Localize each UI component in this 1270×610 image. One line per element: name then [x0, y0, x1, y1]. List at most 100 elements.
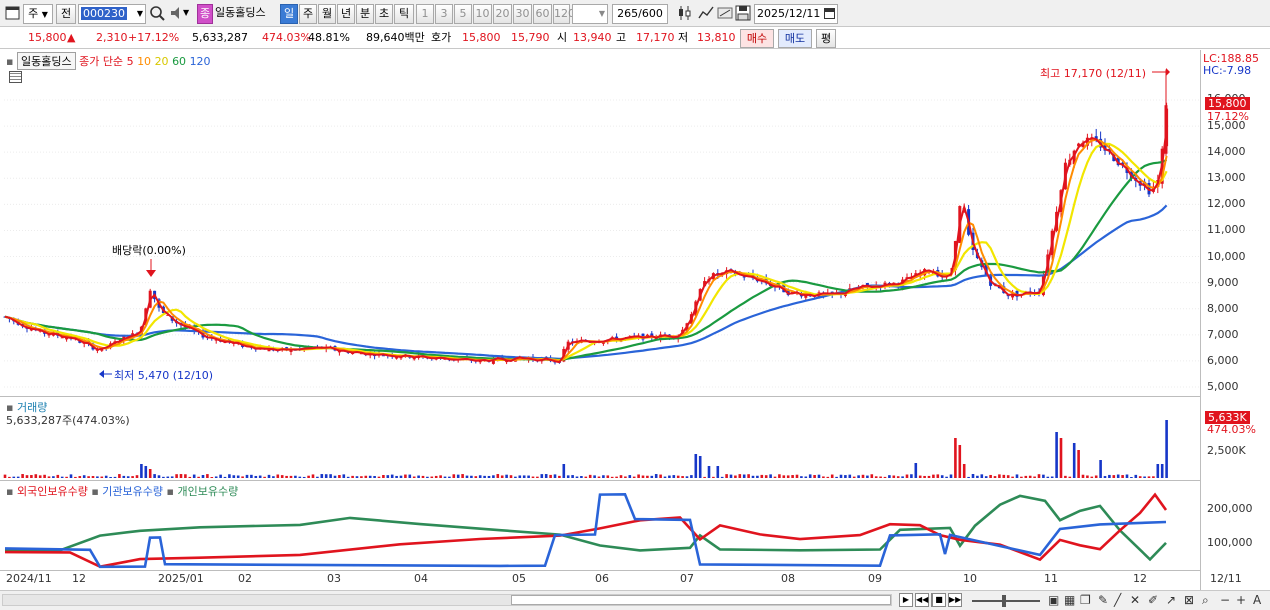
bottom-scroll-bar: ▶ ◀◀ ◀ ■ ▶▶ ▣ ▦ ❐ ✎ ╱ ✕ ✐ ↗ ⊠ ⌕ − + A — [0, 590, 1270, 610]
volume-bar — [320, 474, 324, 478]
annotation-marks — [99, 68, 1170, 378]
zoom-icon[interactable]: ⌕ — [1202, 593, 1209, 608]
volume-bar — [355, 476, 359, 478]
volume-bar — [153, 474, 156, 478]
holdings-tick-100000: 100,000 — [1207, 536, 1253, 549]
volume-bar — [461, 474, 464, 478]
volume-bar — [1094, 475, 1098, 478]
legend-dot-icon: ▪ — [6, 55, 14, 68]
volume-bar — [219, 474, 222, 478]
volume-bar — [817, 474, 821, 478]
volume-bar — [980, 474, 984, 478]
x-tick-02: 02 — [238, 572, 252, 585]
volume-bar — [16, 476, 20, 478]
layout-icon[interactable]: ▣ — [1048, 593, 1059, 607]
volume-bar — [395, 475, 398, 478]
volume-bar — [140, 464, 143, 478]
volume-bar — [254, 475, 258, 478]
y-tick-15000: 15,000 — [1207, 119, 1246, 132]
zoom-slider-handle[interactable] — [1002, 595, 1006, 607]
volume-bar — [562, 464, 566, 478]
volume-bar — [404, 474, 407, 478]
x-tick-11: 11 — [1044, 572, 1058, 585]
price-legend: ▪ 일동홀딩스 종가 단순 5 10 20 60 120 — [6, 52, 211, 70]
legend-ma10[interactable]: 10 — [137, 55, 151, 68]
volume-bar — [756, 475, 759, 478]
volume-bar — [1024, 475, 1028, 478]
legend-ma60[interactable]: 60 — [172, 55, 186, 68]
legend-foreign[interactable]: 외국인보유수량 — [17, 485, 88, 498]
volume-bar — [936, 474, 940, 478]
cross-tool-icon[interactable]: ✕ — [1130, 593, 1140, 607]
x-tick-07: 07 — [680, 572, 694, 585]
legend-ma20[interactable]: 20 — [155, 55, 169, 68]
pen-tool-icon[interactable]: ✐ — [1148, 593, 1158, 607]
legend-institution[interactable]: 기관보유수량 — [102, 485, 163, 498]
volume-bar — [38, 475, 42, 478]
volume-bar — [377, 476, 381, 478]
dividend-arrow-icon — [146, 270, 156, 277]
volume-bar — [324, 474, 328, 478]
volume-bar — [940, 475, 944, 478]
scroll-thumb[interactable] — [511, 595, 891, 605]
legend-ma120[interactable]: 120 — [190, 55, 211, 68]
hc-label: HC:-7.98 — [1203, 64, 1252, 77]
arrow-tool-icon[interactable]: ↗ — [1166, 593, 1176, 607]
pause-icon[interactable]: ■ — [932, 593, 946, 607]
volume-bar — [373, 476, 376, 478]
volume-bar — [830, 474, 834, 478]
volume-bar — [241, 476, 244, 478]
rewind-icon[interactable]: ◀◀ — [915, 593, 929, 607]
volume-bar — [113, 476, 117, 478]
volume-bar — [8, 476, 11, 478]
volume-bar — [170, 476, 174, 478]
volume-bar — [179, 474, 183, 478]
volume-bar — [206, 474, 209, 478]
stock-chart[interactable] — [0, 0, 1270, 610]
fast-forward-icon[interactable]: ▶▶ — [948, 593, 962, 607]
scroll-track[interactable] — [2, 594, 892, 606]
volume-bar — [1059, 438, 1063, 478]
volume-bar — [588, 474, 592, 478]
volume-bar — [1130, 476, 1133, 478]
volume-bar — [751, 475, 755, 478]
legend-individual[interactable]: 개인보유수량 — [177, 485, 238, 498]
volume-bar — [1147, 476, 1151, 478]
draw-icon[interactable]: ✎ — [1098, 593, 1108, 607]
volume-bar — [1112, 475, 1116, 478]
zoom-slider[interactable] — [972, 595, 1040, 607]
legend-stock-name[interactable]: 일동홀딩스 — [16, 52, 76, 70]
font-size-icon[interactable]: A — [1253, 593, 1261, 607]
legend-ma5[interactable]: 5 — [127, 55, 134, 68]
play-icon[interactable]: ▶ — [899, 593, 913, 607]
current-price-badge: 15,800 — [1205, 97, 1250, 110]
volume-bar — [1068, 476, 1072, 478]
volume-bar — [30, 475, 33, 478]
zoom-in-icon[interactable]: + — [1236, 593, 1246, 607]
grid-icon[interactable]: ▦ — [1064, 593, 1075, 607]
clear-tool-icon[interactable]: ⊠ — [1184, 593, 1194, 607]
volume-bar — [778, 474, 781, 478]
volume-bar — [1134, 474, 1138, 478]
volume-bar — [852, 476, 856, 478]
volume-bar — [157, 475, 161, 478]
line-tool-icon[interactable]: ╱ — [1114, 593, 1121, 607]
table-icon[interactable] — [9, 71, 22, 83]
y-tick-10000: 10,000 — [1207, 250, 1246, 263]
volume-bar — [434, 475, 438, 478]
volume-bar — [1020, 476, 1023, 478]
volume-bar — [122, 475, 126, 478]
volume-bar — [571, 475, 574, 478]
volume-bar — [984, 476, 988, 478]
volume-bar — [650, 475, 654, 478]
volume-bar — [118, 474, 121, 478]
copy-icon[interactable]: ❐ — [1080, 593, 1091, 607]
zoom-out-icon[interactable]: − — [1220, 593, 1230, 607]
volume-bar — [1125, 474, 1129, 478]
y-tick-9000: 9,000 — [1207, 276, 1239, 289]
holdings-legend: ▪ 외국인보유수량 ▪ 기관보유수량 ▪ 개인보유수량 — [6, 483, 238, 499]
volume-bar — [390, 474, 394, 478]
volume-bar — [289, 475, 293, 478]
volume-bar — [602, 475, 605, 478]
volume-bar — [342, 474, 346, 478]
